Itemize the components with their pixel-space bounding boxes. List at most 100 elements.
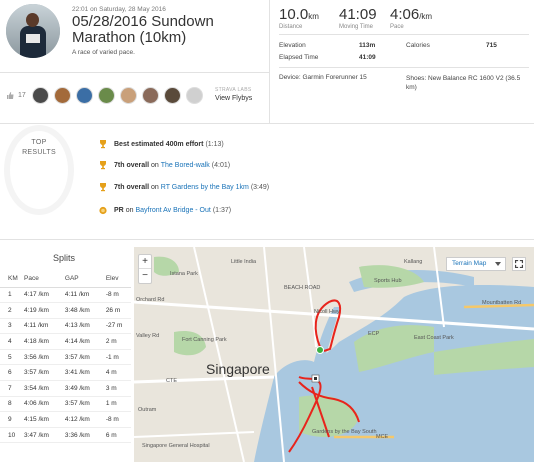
segment-link[interactable]: The Bored-walk	[161, 162, 210, 169]
map-label-gardens: Gardens by the Bay South	[312, 429, 377, 435]
kudos-count[interactable]: 17	[18, 92, 26, 99]
top-results-heading: TOP RESULTS	[18, 138, 60, 158]
zoom-in-button[interactable]: +	[139, 255, 151, 269]
split-gap: 4:14 /km	[60, 333, 102, 350]
split-gap: 4:12 /km	[60, 411, 102, 428]
splits-row: 4 4:18 /km 4:14 /km 2 m	[0, 333, 131, 350]
kudos-avatar[interactable]	[164, 87, 181, 104]
splits-body: 1 4:17 /km 4:11 /km -8 m 2 4:19 /km 3:48 /km 26…	[0, 287, 131, 444]
map-label-mce: MCE	[376, 434, 389, 440]
map-label-fort-canning: Fort Canning Park	[182, 337, 227, 343]
calories-label: Calories	[406, 42, 430, 49]
split-pace: 3:56 /km	[20, 349, 61, 366]
kudos-avatar[interactable]	[120, 87, 137, 104]
kudos-avatar[interactable]	[32, 87, 49, 104]
distance-value: 10.0	[279, 6, 309, 23]
moving-time-stat: 41:09	[339, 6, 377, 23]
split-pace: 4:06 /km	[20, 396, 61, 413]
header-divider	[0, 72, 269, 73]
trophy-icon	[100, 161, 106, 170]
splits-row: 9 4:15 /km 4:12 /km -8 m	[0, 411, 131, 428]
segment-link[interactable]: Bayfront Av Bridge - Out	[135, 207, 210, 214]
split-gap: 3:57 /km	[60, 396, 102, 413]
section-divider	[0, 123, 534, 124]
kudos-avatar[interactable]	[54, 87, 71, 104]
view-flybys-link[interactable]: View Flybys	[215, 95, 252, 102]
achievement-time: (4:01)	[211, 161, 231, 169]
achievement-row: Best estimated 400m effort (1:13)	[98, 137, 224, 151]
shoes-info: Shoes: New Balance RC 1600 V2 (36.5 km)	[406, 75, 521, 91]
achievement-on: on	[150, 183, 159, 191]
achievement-on: on	[125, 206, 134, 214]
distance-stat: 10.0km	[279, 6, 319, 23]
split-gap: 3:41 /km	[60, 364, 102, 382]
zoom-out-button[interactable]: −	[139, 269, 151, 283]
split-km: 10	[0, 427, 20, 444]
strava-labs-label: STRAVA LABS	[215, 87, 252, 93]
split-elev: 1 m	[101, 396, 131, 413]
kudos-avatar[interactable]	[98, 87, 115, 104]
top-results-line2: RESULTS	[22, 149, 56, 156]
kudos-avatar[interactable]	[76, 87, 93, 104]
splits-header-km: KM	[0, 271, 20, 288]
elevation-value: 113m	[359, 42, 376, 49]
map-label-cte: CTE	[166, 378, 177, 384]
kudos-icon[interactable]	[6, 91, 14, 99]
achievement-row: 7th overall on RT Gardens by the Bay 1km(…	[98, 180, 269, 194]
kudos-avatar[interactable]	[186, 87, 203, 104]
splits-table: KM Pace GAP Elev 1 4:17 /km 4:11 /km -8 m24…	[0, 271, 131, 444]
splits-row: 7 3:54 /km 3:49 /km 3 m	[0, 380, 131, 397]
split-pace: 4:19 /km	[20, 302, 61, 319]
moving-time-label: Moving Time	[339, 24, 374, 30]
route-map[interactable]: Singapore Little India BEACH ROAD Sports…	[134, 247, 534, 462]
split-km: 8	[0, 396, 20, 413]
distance-unit: km	[308, 12, 319, 21]
splits-row: 10 3:47 /km 3:36 /km 6 m	[0, 427, 131, 444]
kudos-avatar[interactable]	[142, 87, 159, 104]
split-pace: 4:17 /km	[20, 287, 61, 304]
split-gap: 4:11 /km	[60, 287, 102, 304]
header-vertical-divider	[269, 0, 270, 123]
splits-row: 6 3:57 /km 3:41 /km 4 m	[0, 364, 131, 382]
achievement-title: 7th overall	[114, 161, 150, 169]
trophy-icon	[100, 140, 106, 149]
splits-header-elev: Elev	[101, 271, 131, 288]
split-km: 7	[0, 380, 20, 397]
split-elev: -8 m	[101, 287, 131, 304]
activity-description: A race of varied pace.	[72, 49, 135, 56]
split-elev: 2 m	[101, 333, 131, 350]
map-label-singapore: Singapore	[206, 361, 270, 377]
map-zoom-control: + −	[138, 254, 152, 284]
split-gap: 3:57 /km	[60, 349, 102, 366]
splits-header-pace: Pace	[20, 271, 61, 288]
elevation-label: Elevation	[279, 42, 306, 49]
split-km: 3	[0, 318, 20, 335]
split-gap: 3:48 /km	[60, 302, 102, 319]
split-gap: 3:49 /km	[60, 380, 102, 397]
split-km: 4	[0, 333, 20, 350]
chevron-down-icon	[495, 262, 501, 266]
split-km: 1	[0, 287, 20, 304]
splits-row: 2 4:19 /km 3:48 /km 26 m	[0, 302, 131, 319]
split-pace: 4:11 /km	[20, 318, 61, 335]
stats-divider	[279, 34, 529, 35]
activity-title: 05/28/2016 Sundown Marathon (10km)	[72, 13, 214, 46]
fullscreen-icon[interactable]	[512, 257, 526, 271]
activity-timestamp: 22:01 on Saturday, 28 May 2016	[72, 6, 166, 13]
map-label-little-india: Little India	[231, 259, 257, 265]
map-label-orchard-rd: Orchard Rd	[136, 297, 165, 303]
stats-divider-2	[279, 67, 529, 68]
map-type-select[interactable]: Terrain Map	[446, 257, 506, 271]
map-label-valley-rd: Valley Rd	[136, 333, 160, 339]
map-type-label: Terrain Map	[452, 260, 487, 267]
pace-unit: /km	[419, 12, 433, 21]
achievement-time: (1:37)	[212, 206, 232, 214]
achievement-on: on	[150, 161, 159, 169]
splits-row: 1 4:17 /km 4:11 /km -8 m	[0, 287, 131, 304]
map-label-east-coast-park: East Coast Park	[414, 335, 454, 341]
split-elev: 26 m	[101, 302, 131, 319]
segment-link[interactable]: RT Gardens by the Bay 1km	[161, 184, 249, 191]
achievement-row: 7th overall on The Bored-walk (4:01)	[98, 158, 230, 172]
athlete-avatar[interactable]	[6, 4, 60, 58]
splits-title: Splits	[52, 253, 75, 263]
